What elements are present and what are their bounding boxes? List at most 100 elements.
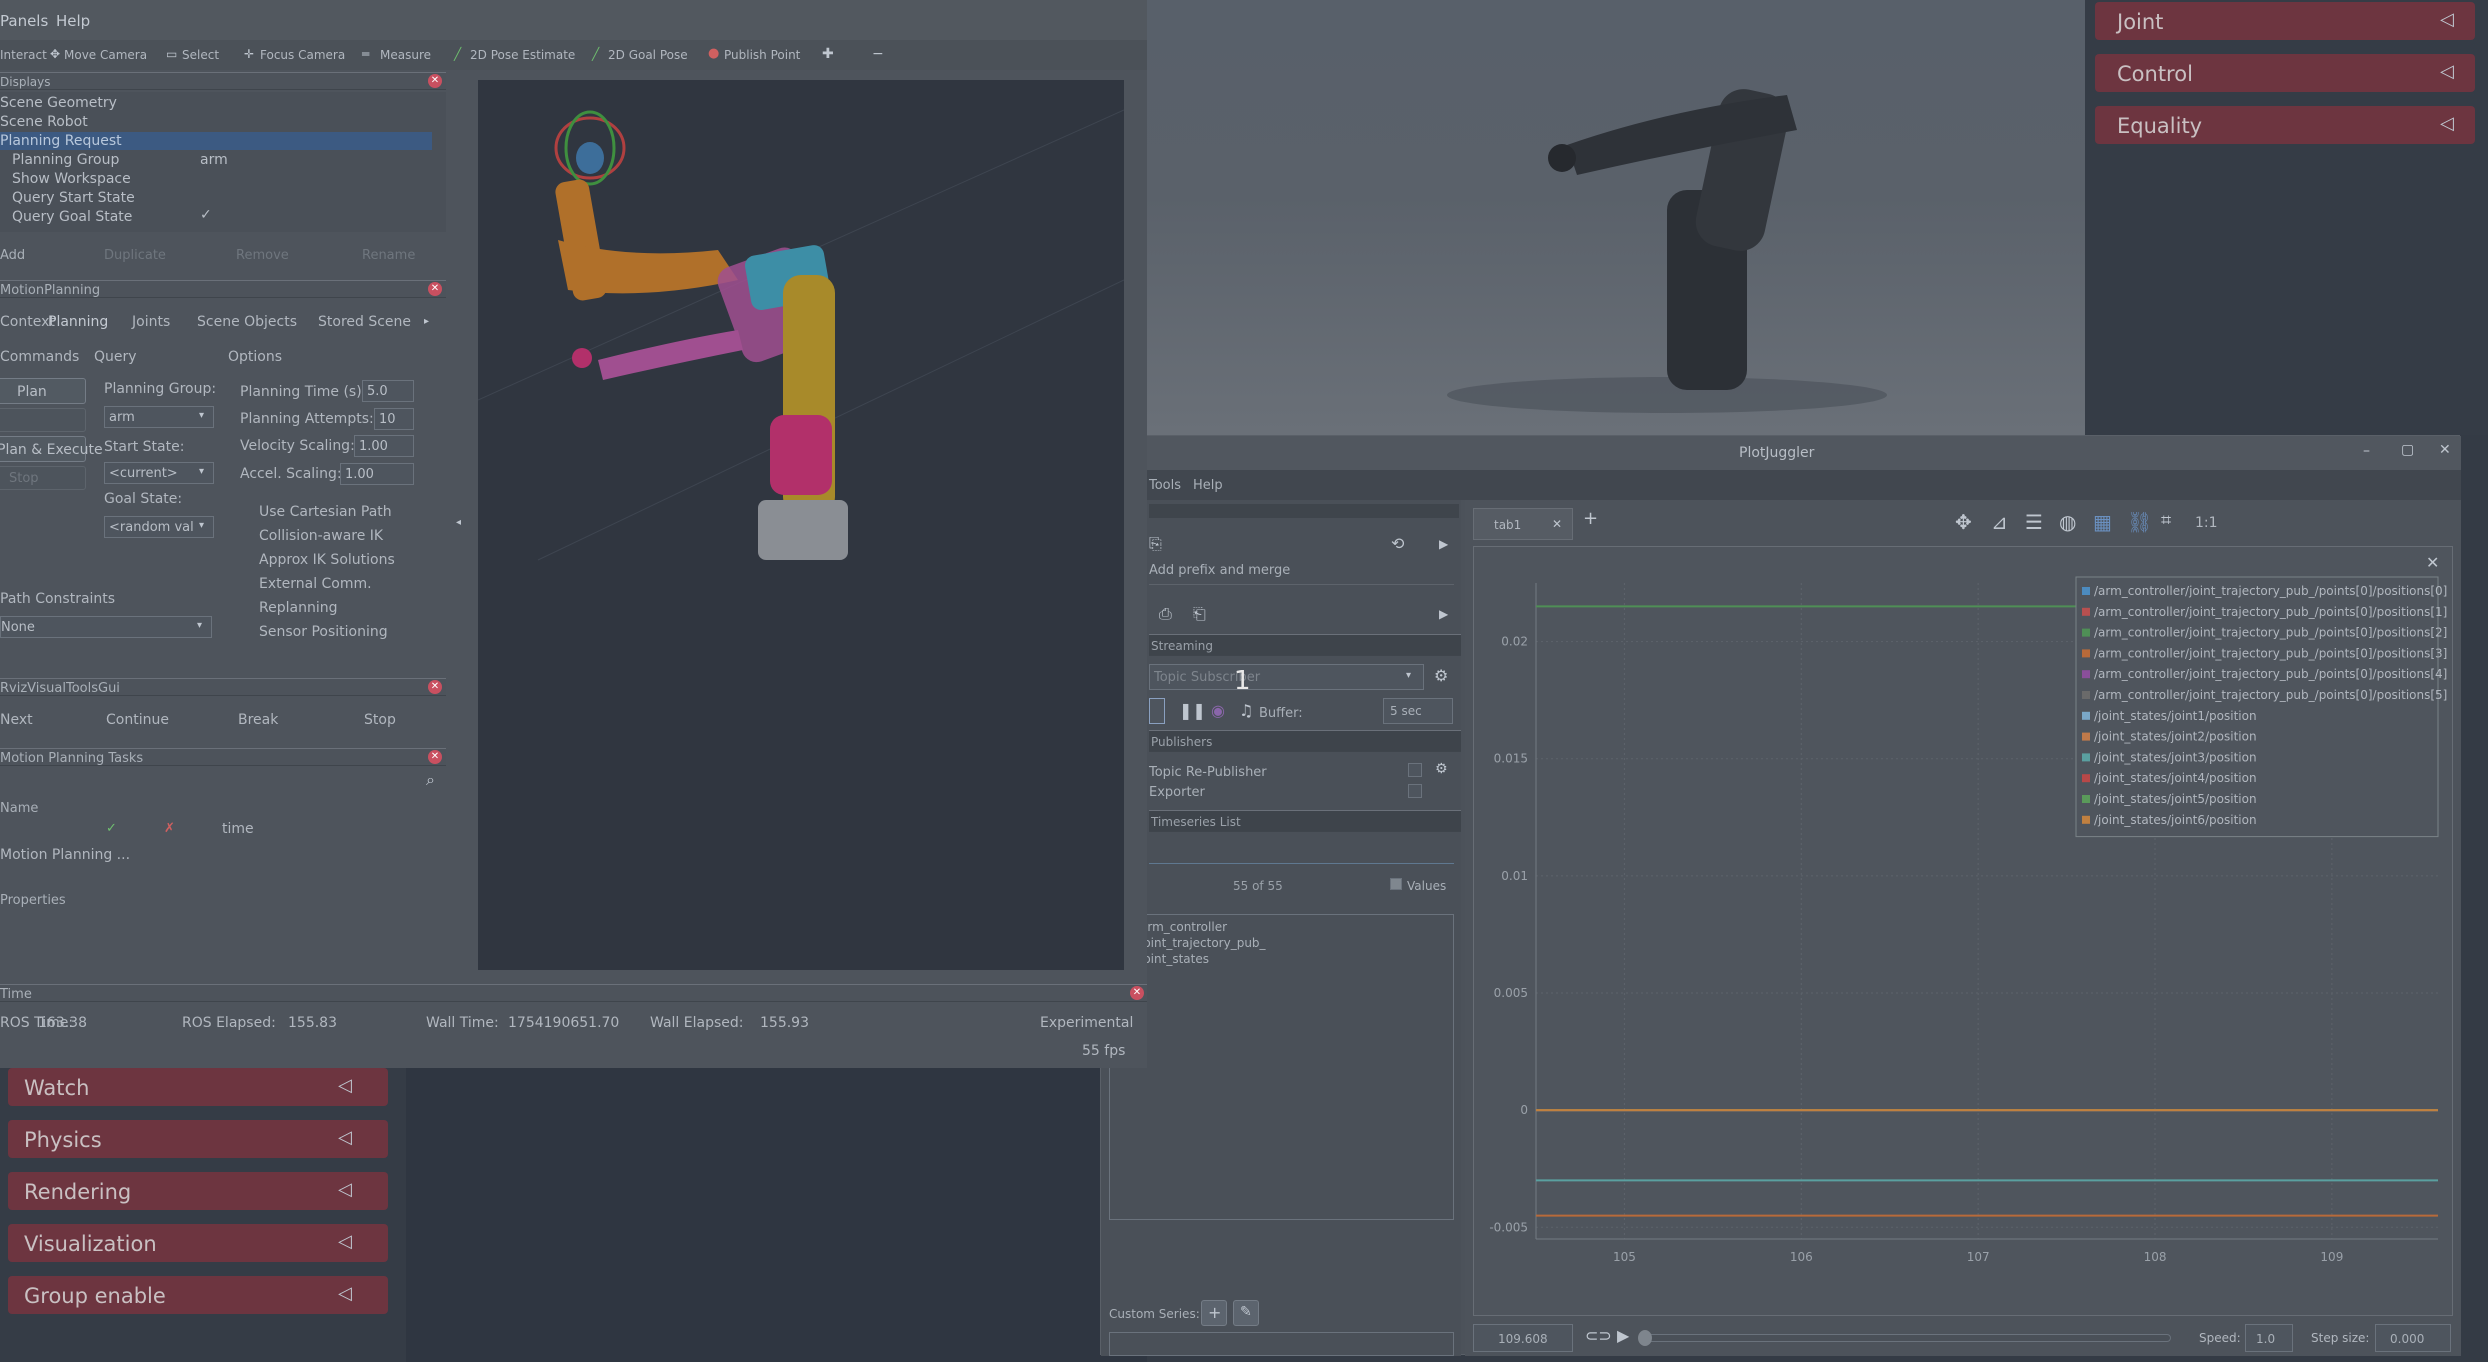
tab-context[interactable]: Context <box>0 315 55 329</box>
one-to-one-label[interactable]: 1:1 <box>2195 516 2218 530</box>
load-icon[interactable]: ⎘ <box>1149 536 1162 552</box>
chevron-right-icon[interactable]: ▸ <box>424 317 429 327</box>
chart-icon[interactable]: ⊿ <box>1991 512 2008 532</box>
reload-icon[interactable]: ⟲ <box>1391 536 1404 552</box>
search-icon[interactable]: ⌕ <box>426 772 435 788</box>
display-item[interactable]: Show Workspace <box>12 172 131 186</box>
buffer-spinbox[interactable]: 5 sec <box>1383 698 1453 724</box>
start-button[interactable] <box>1149 698 1165 724</box>
grid-icon[interactable]: ▦ <box>2093 512 2112 532</box>
remove-tool-icon[interactable]: − <box>872 47 884 61</box>
tool-2d-goal-pose[interactable]: 2D Goal Pose <box>608 49 688 61</box>
velocity-scaling-spinbox[interactable]: 1.00 <box>354 435 414 457</box>
stop-button[interactable]: Stop <box>0 466 86 490</box>
add-tool-icon[interactable]: ✚ <box>822 47 834 61</box>
add-custom-series-button[interactable]: + <box>1201 1300 1227 1326</box>
save-layout-icon[interactable]: ⎗ <box>1193 606 1206 622</box>
planning-time-spinbox[interactable]: 5.0 <box>362 380 414 402</box>
goal-state-select[interactable]: <random val ▾ <box>104 516 214 538</box>
mujoco-section-visualization[interactable]: Visualization ◁ <box>8 1224 388 1262</box>
collapse-left-icon[interactable]: ◂ <box>456 518 461 528</box>
checkmark-icon[interactable]: ✓ <box>200 208 212 222</box>
mujoco-section-rendering[interactable]: Rendering ◁ <box>8 1172 388 1210</box>
play-icon[interactable]: ▶ <box>1617 1328 1629 1344</box>
plan-button[interactable]: Plan <box>0 378 86 404</box>
close-icon[interactable]: ✕ <box>2439 443 2451 457</box>
experimental-checkbox[interactable]: Experimental <box>1040 1016 1133 1030</box>
tool-select[interactable]: Select <box>182 49 219 61</box>
path-constraints-select[interactable]: None ▾ <box>0 616 212 638</box>
move-icon[interactable]: ✥ <box>1955 512 1972 532</box>
task-row[interactable]: Motion Planning ... <box>0 848 130 862</box>
time-slider[interactable] <box>1638 1330 2171 1346</box>
tree-item[interactable]: joint_trajectory_pub_ <box>1140 937 1266 949</box>
use-cartesian-path-checkbox[interactable]: Use Cartesian Path <box>259 505 392 519</box>
rename-display-button[interactable]: Rename <box>362 249 415 262</box>
next-button[interactable]: Next <box>0 713 33 727</box>
close-icon[interactable]: ✕ <box>428 282 442 296</box>
settings-icon[interactable]: ⚙ <box>1434 668 1448 684</box>
approx-ik-checkbox[interactable]: Approx IK Solutions <box>259 553 395 567</box>
mujoco-section-physics[interactable]: Physics ◁ <box>8 1120 388 1158</box>
remove-display-button[interactable]: Remove <box>236 249 289 262</box>
topic-subscriber-select[interactable]: Topic Subscriber ▾ <box>1149 664 1424 690</box>
signal-icon[interactable]: ◉ <box>1211 703 1225 719</box>
close-icon[interactable]: ✕ <box>428 74 442 88</box>
mujoco-section-group-enable[interactable]: Group enable ◁ <box>8 1276 388 1314</box>
filter-input[interactable] <box>1149 842 1454 864</box>
pause-icon[interactable]: ❚❚ <box>1179 703 1206 719</box>
mujoco-section-joint[interactable]: Joint ◁ <box>2095 2 2475 40</box>
external-comm-checkbox[interactable]: External Comm. <box>259 577 372 591</box>
close-icon[interactable]: ✕ <box>1130 986 1144 1000</box>
tree-item[interactable]: arm_controller <box>1140 921 1227 933</box>
start-state-select[interactable]: <current> ▾ <box>104 462 214 484</box>
stop-rvt-button[interactable]: Stop <box>364 713 396 727</box>
execute-button[interactable] <box>0 408 86 432</box>
tree-item[interactable]: joint_states <box>1140 953 1209 965</box>
close-tab-icon[interactable]: ✕ <box>1552 518 1562 530</box>
displays-tree[interactable]: Scene Geometry Scene Robot Planning Requ… <box>0 92 446 232</box>
display-item[interactable]: Query Start State <box>12 191 135 205</box>
step-size-spinbox[interactable]: 0.000 <box>2375 1324 2451 1352</box>
display-item[interactable]: Query Goal State <box>12 210 132 224</box>
mujoco-section-control[interactable]: Control ◁ <box>2095 54 2475 92</box>
collision-aware-ik-checkbox[interactable]: Collision-aware IK <box>259 529 383 543</box>
close-icon[interactable]: ✕ <box>428 750 442 764</box>
tab-planning[interactable]: Planning <box>48 315 108 329</box>
prefix-merge-label[interactable]: Add prefix and merge <box>1149 564 1290 577</box>
ratio-icon[interactable]: ⌗ <box>2161 512 2171 530</box>
tool-2d-pose-estimate[interactable]: 2D Pose Estimate <box>470 49 575 61</box>
close-icon[interactable]: ✕ <box>428 680 442 694</box>
loop-icon[interactable]: ⊂⊃ <box>1585 1328 1612 1344</box>
mujoco-section-equality[interactable]: Equality ◁ <box>2095 106 2475 144</box>
tool-measure[interactable]: Measure <box>380 49 431 61</box>
maximize-icon[interactable]: ▢ <box>2401 443 2414 457</box>
menu-help[interactable]: Help <box>56 14 90 29</box>
tab-tab1[interactable]: tab1 ✕ <box>1473 508 1573 540</box>
tool-publish-point[interactable]: Publish Point <box>724 49 800 61</box>
line-chart[interactable]: 105 106 107 108 109 0.02 0.015 0.01 0.005 0 -0.005… <box>1474 547 2454 1317</box>
tracker-icon[interactable]: ◍ <box>2059 512 2076 532</box>
custom-series-list[interactable] <box>1109 1332 1454 1356</box>
tab-stored-scene[interactable]: Stored Scene <box>318 315 411 329</box>
timeseries-tree[interactable]: arm_controller joint_trajectory_pub_ joi… <box>1109 914 1454 1220</box>
replanning-checkbox[interactable]: Replanning <box>259 601 337 615</box>
speed-spinbox[interactable]: 1.0 <box>2245 1324 2293 1352</box>
tool-interact[interactable]: Interact <box>0 49 47 61</box>
planning-attempts-spinbox[interactable]: 10 <box>374 408 414 430</box>
rviz-3d-view[interactable] <box>477 80 1125 970</box>
settings-icon[interactable]: ⚙ <box>1435 762 1448 776</box>
tool-move-camera[interactable]: Move Camera <box>64 49 147 61</box>
values-checkbox[interactable] <box>1390 878 1402 890</box>
mujoco-section-watch[interactable]: Watch ◁ <box>8 1068 388 1106</box>
menu-help[interactable]: Help <box>1193 479 1223 492</box>
tool-focus-camera[interactable]: Focus Camera <box>260 49 345 61</box>
slider-handle[interactable] <box>1638 1330 1652 1346</box>
accel-scaling-spinbox[interactable]: 1.00 <box>340 463 414 485</box>
expand-right-icon[interactable]: ▶ <box>1439 538 1448 550</box>
tab-scene-objects[interactable]: Scene Objects <box>197 315 297 329</box>
load-layout-icon[interactable]: ⎙ <box>1159 606 1172 622</box>
minimize-icon[interactable]: – <box>2363 444 2370 458</box>
continue-button[interactable]: Continue <box>106 713 169 727</box>
display-item-selected[interactable]: Planning Request <box>0 132 432 150</box>
